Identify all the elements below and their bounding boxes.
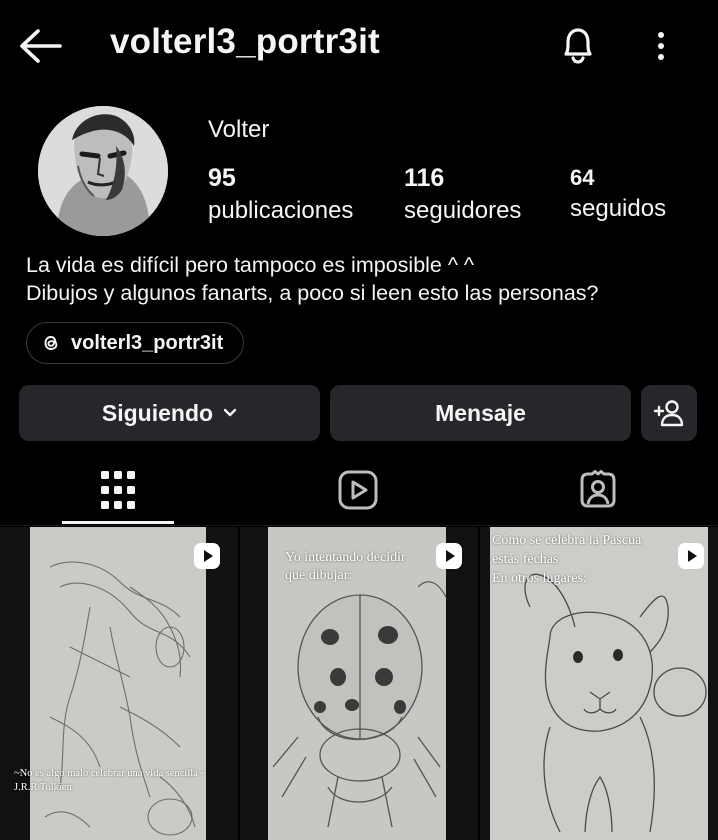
bio-line-2: Dibujos y algunos fanarts, a poco si lee…	[26, 281, 599, 305]
post-caption-line: Yo intentando decidir	[285, 550, 406, 565]
grid-icon	[101, 471, 135, 509]
post-caption: ~No es algo malo celebrar una vida senci…	[14, 767, 234, 795]
more-vertical-icon	[658, 32, 664, 60]
reel-play-icon	[436, 543, 462, 569]
following-label: seguidos	[570, 195, 667, 222]
tab-tagged[interactable]	[542, 455, 654, 525]
following-button[interactable]: Siguiendo	[19, 385, 320, 441]
notifications-button[interactable]	[555, 22, 601, 68]
threads-handle: volterl3_portr3it	[71, 331, 224, 354]
posts-grid: ~No es algo malo celebrar una vida senci…	[0, 527, 718, 840]
threads-icon	[44, 336, 58, 350]
stat-posts[interactable]: 95 publicaciones	[208, 162, 353, 228]
tabs-divider	[0, 525, 718, 526]
profile-display-name: Volter	[208, 116, 270, 143]
stat-following[interactable]: 64 seguidos	[570, 162, 666, 224]
chevron-down-icon	[223, 408, 237, 417]
profile-avatar[interactable]	[38, 106, 168, 236]
profile-username: volterl3_portr3it	[110, 22, 380, 61]
reels-icon	[338, 470, 378, 510]
tagged-icon	[580, 470, 616, 508]
posts-count: 95	[208, 164, 236, 192]
back-button[interactable]	[16, 24, 64, 68]
arrow-left-icon	[20, 29, 62, 63]
reel-play-icon	[194, 543, 220, 569]
following-button-label: Siguiendo	[101, 399, 214, 426]
followers-count: 116	[404, 164, 445, 192]
top-bar: volterl3_portr3it	[0, 0, 718, 90]
post-caption-line: ~No es algo malo celebrar una vida senci…	[14, 768, 204, 779]
profile-tabs	[0, 455, 718, 525]
following-count: 64	[570, 165, 595, 190]
add-user-button[interactable]	[641, 385, 697, 441]
stat-followers[interactable]: 116 seguidores	[404, 162, 521, 228]
threads-profile-link[interactable]: volterl3_portr3it	[26, 322, 245, 364]
post-caption-line: J.R.R Tolkien	[14, 782, 72, 793]
message-button[interactable]: Mensaje	[330, 385, 631, 441]
avatar-portrait-drawing	[38, 106, 168, 236]
tab-posts-grid[interactable]	[62, 455, 174, 525]
post-tile[interactable]: Cómo se celebra la Pascua estás fechas E…	[480, 527, 718, 840]
bio-line-1: La vida es difícil pero tampoco es impos…	[26, 253, 475, 277]
followers-label: seguidores	[404, 197, 522, 224]
bell-icon	[564, 28, 592, 64]
post-caption-line: que dibujar:	[285, 568, 353, 583]
reel-indicator	[677, 542, 705, 570]
profile-bio: La vida es difícil pero tampoco es impos…	[26, 251, 598, 307]
message-button-label: Mensaje	[435, 399, 526, 426]
more-options-button[interactable]	[645, 24, 677, 68]
post-tile[interactable]: ~No es algo malo celebrar una vida senci…	[0, 527, 238, 840]
reel-indicator	[193, 542, 221, 570]
post-tile[interactable]: Yo intentando decidir que dibujar:	[240, 527, 478, 840]
reel-play-icon	[678, 543, 704, 569]
active-tab-indicator	[62, 521, 174, 524]
post-caption: Yo intentando decidir que dibujar:	[285, 549, 406, 585]
post-caption-line: Cómo se celebra la Pascua	[492, 533, 642, 548]
post-caption: Cómo se celebra la Pascua estás fechas E…	[492, 531, 641, 588]
tab-reels[interactable]	[302, 455, 414, 525]
post-caption-line: En otros lugares:	[492, 571, 587, 586]
post-caption-line: estás fechas	[492, 552, 559, 567]
posts-label: publicaciones	[208, 197, 354, 224]
add-user-icon	[653, 400, 684, 427]
reel-indicator	[435, 542, 463, 570]
